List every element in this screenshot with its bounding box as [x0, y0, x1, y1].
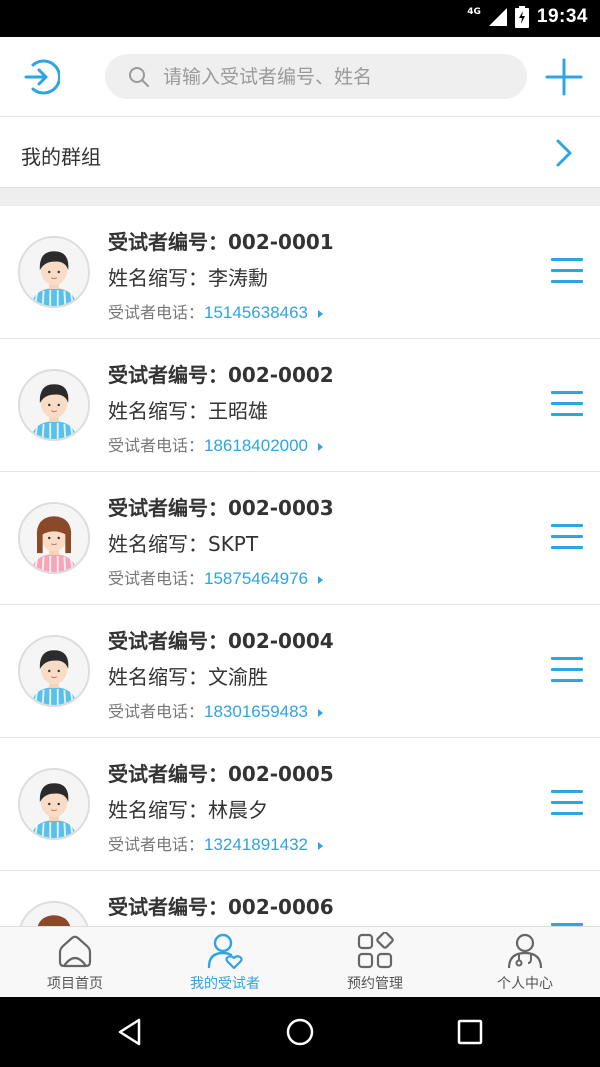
phone-number[interactable]: 13241891432: [204, 835, 308, 854]
subject-code: 受试者编号：002-0003: [108, 496, 334, 520]
subject-list-item[interactable]: 受试者编号：002-0001 姓名缩写：李涛勳 受试者电话：1514563846…: [0, 206, 600, 339]
tab-label: 预约管理: [347, 976, 403, 992]
search-icon: [129, 66, 149, 87]
login-button[interactable]: [20, 57, 62, 97]
subject-phone-row[interactable]: 受试者电话：18301659483: [108, 698, 324, 722]
add-subject-button[interactable]: [544, 57, 584, 97]
phone-number[interactable]: 18301659483: [204, 702, 308, 721]
phone-label: 受试者电话：: [108, 702, 205, 721]
subject-list-item[interactable]: 受试者编号：002-0003 姓名缩写：SKPT 受试者电话：158754649…: [0, 472, 600, 605]
subject-icon: [207, 933, 243, 970]
clock: 19:34: [536, 6, 588, 27]
signal-icon: [488, 8, 507, 26]
subject-list-item[interactable]: 受试者编号：002-0004 姓名缩写：文渝胜 受试者电话：1830165948…: [0, 605, 600, 738]
phone-number[interactable]: 18618402000: [204, 436, 308, 455]
play-arrow-icon: [318, 575, 324, 584]
phone-label: 受试者电话：: [108, 835, 205, 854]
play-arrow-icon: [318, 708, 324, 717]
status-bar: 4G 19:34: [0, 0, 600, 37]
tab-project-home[interactable]: 项目首页: [0, 927, 150, 997]
subject-phone-row[interactable]: 受试者电话：18618402000: [108, 432, 324, 456]
play-arrow-icon: [318, 841, 324, 850]
chevron-right-icon: [556, 139, 572, 167]
subject-code: 受试者编号：002-0006: [108, 895, 334, 919]
phone-label: 受试者电话：: [108, 436, 205, 455]
app-header: [0, 37, 600, 117]
subject-name: 姓名缩写：林晨夕: [108, 798, 268, 822]
phone-number[interactable]: 15145638463: [204, 303, 308, 322]
section-divider: [0, 188, 600, 206]
subject-phone-row[interactable]: 受试者电话：13241891432: [108, 831, 324, 855]
tab-profile[interactable]: 个人中心: [450, 927, 600, 997]
subject-list-item[interactable]: 受试者编号：002-0005 姓名缩写：林晨夕 受试者电话：1324189143…: [0, 738, 600, 871]
tab-label: 项目首页: [47, 976, 103, 992]
menu-icon: [551, 391, 583, 394]
subject-list-item[interactable]: 受试者编号：002-0006: [0, 871, 600, 926]
menu-icon: [551, 524, 583, 527]
grid-icon: [357, 932, 394, 969]
phone-number[interactable]: 15875464976: [204, 569, 308, 588]
avatar: [18, 635, 90, 707]
tab-label: 个人中心: [497, 976, 553, 992]
item-menu-button[interactable]: [551, 391, 583, 417]
subject-code: 受试者编号：002-0002: [108, 363, 334, 387]
item-menu-button[interactable]: [551, 657, 583, 683]
subject-list-item[interactable]: 受试者编号：002-0002 姓名缩写：王昭雄 受试者电话：1861840200…: [0, 339, 600, 472]
search-input[interactable]: [163, 65, 493, 88]
my-groups-label: 我的群组: [21, 145, 101, 169]
bottom-tab-bar: 项目首页 我的受试者 预约管理 个人中心: [0, 926, 600, 997]
recents-icon[interactable]: [455, 1017, 485, 1047]
login-icon: [24, 59, 62, 95]
subject-name: 姓名缩写：SKPT: [108, 532, 259, 556]
tab-my-subjects[interactable]: 我的受试者: [150, 927, 300, 997]
play-arrow-icon: [318, 309, 324, 318]
doctor-icon: [507, 933, 543, 969]
subject-list[interactable]: 受试者编号：002-0001 姓名缩写：李涛勳 受试者电话：1514563846…: [0, 206, 600, 926]
menu-icon: [551, 657, 583, 660]
avatar: [18, 901, 90, 926]
item-menu-button[interactable]: [551, 790, 583, 816]
my-groups-row[interactable]: 我的群组: [0, 118, 600, 188]
phone-label: 受试者电话：: [108, 303, 205, 322]
play-arrow-icon: [318, 442, 324, 451]
network-type: 4G: [467, 7, 481, 17]
item-menu-button[interactable]: [551, 258, 583, 284]
search-bar[interactable]: [105, 54, 527, 99]
phone-label: 受试者电话：: [108, 569, 205, 588]
home-icon: [58, 935, 92, 968]
menu-icon: [551, 258, 583, 261]
avatar: [18, 236, 90, 308]
subject-code: 受试者编号：002-0005: [108, 762, 334, 786]
tab-appointments[interactable]: 预约管理: [300, 927, 450, 997]
subject-code: 受试者编号：002-0001: [108, 230, 334, 254]
avatar: [18, 369, 90, 441]
plus-icon: [545, 58, 583, 96]
subject-code: 受试者编号：002-0004: [108, 629, 334, 653]
menu-icon: [551, 790, 583, 793]
back-icon[interactable]: [115, 1017, 145, 1047]
subject-phone-row[interactable]: 受试者电话：15875464976: [108, 565, 324, 589]
battery-icon: [514, 6, 529, 28]
subject-name: 姓名缩写：李涛勳: [108, 266, 268, 290]
system-nav-bar: [0, 997, 600, 1067]
subject-name: 姓名缩写：文渝胜: [108, 665, 268, 689]
avatar: [18, 502, 90, 574]
subject-phone-row[interactable]: 受试者电话：15145638463: [108, 299, 324, 323]
subject-name: 姓名缩写：王昭雄: [108, 399, 268, 423]
home-circle-icon[interactable]: [285, 1017, 315, 1047]
avatar: [18, 768, 90, 840]
tab-label: 我的受试者: [190, 976, 260, 992]
item-menu-button[interactable]: [551, 524, 583, 550]
